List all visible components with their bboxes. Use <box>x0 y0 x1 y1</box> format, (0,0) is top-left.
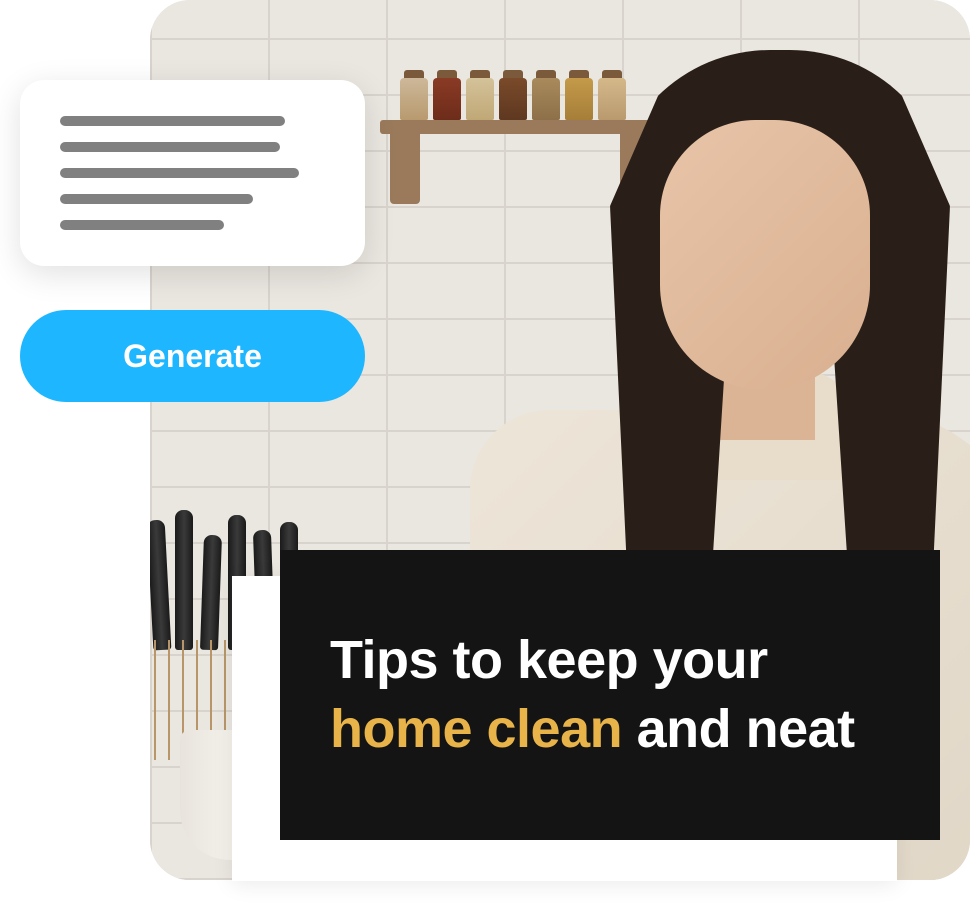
caption-part2: and neat <box>622 699 855 759</box>
text-placeholder-line <box>60 194 253 204</box>
prompt-input-card <box>20 80 365 266</box>
shelf-bracket <box>390 134 420 204</box>
text-placeholder-line <box>60 142 280 152</box>
spice-jar <box>400 78 428 120</box>
generated-caption-panel: Tips to keep your home clean and neat <box>280 550 940 840</box>
generate-button[interactable]: Generate <box>20 310 365 402</box>
text-placeholder-line <box>60 168 299 178</box>
generated-caption-text: Tips to keep your home clean and neat <box>330 626 890 764</box>
text-placeholder-line <box>60 116 285 126</box>
text-placeholder-line <box>60 220 224 230</box>
caption-part1: Tips to keep your <box>330 630 768 690</box>
caption-highlight: home clean <box>330 699 622 759</box>
